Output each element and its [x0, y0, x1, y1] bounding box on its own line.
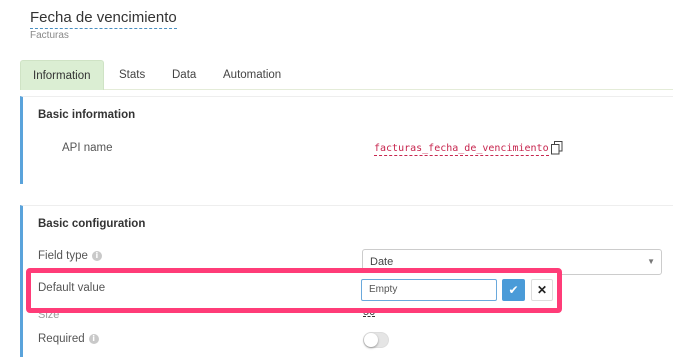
- field-type-label-text: Field type: [38, 250, 88, 262]
- tab-information[interactable]: Information: [20, 60, 104, 90]
- confirm-button[interactable]: ✔: [502, 279, 525, 301]
- field-type-value: Date: [370, 256, 394, 268]
- page-title[interactable]: Fecha de vencimiento: [30, 8, 177, 29]
- chevron-down-icon: ▼: [647, 257, 655, 266]
- tab-automation[interactable]: Automation: [223, 60, 281, 90]
- info-icon: i: [88, 334, 99, 344]
- basic-information-title: Basic information: [38, 109, 136, 121]
- basic-configuration-title: Basic configuration: [38, 218, 146, 230]
- api-name-value[interactable]: facturas_fecha_de_vencimiento: [374, 142, 549, 156]
- copy-icon[interactable]: [551, 141, 563, 155]
- page-subtitle: Facturas: [30, 30, 69, 41]
- toggle-knob: [364, 333, 378, 347]
- tab-bar: Information Stats Data Automation: [20, 60, 673, 90]
- check-icon: ✔: [508, 283, 519, 297]
- info-icon: i: [91, 251, 102, 261]
- tab-stats[interactable]: Stats: [119, 60, 145, 90]
- basic-information-card: Basic information API name facturas_fech…: [20, 96, 673, 184]
- close-icon: ✕: [536, 283, 548, 297]
- api-name-label: API name: [62, 142, 113, 154]
- required-label: Required i: [38, 333, 99, 345]
- default-value-label: Default value: [38, 282, 106, 294]
- tab-data[interactable]: Data: [172, 60, 196, 90]
- default-value-highlight: Default value Empty ✔ ✕: [26, 268, 562, 313]
- required-label-text: Required: [38, 333, 85, 345]
- cancel-button[interactable]: ✕: [531, 279, 553, 301]
- field-type-label: Field type i: [38, 250, 102, 262]
- required-toggle[interactable]: [363, 332, 389, 348]
- default-value-input[interactable]: Empty: [361, 279, 497, 301]
- page-header: Fecha de vencimiento Facturas: [30, 8, 177, 41]
